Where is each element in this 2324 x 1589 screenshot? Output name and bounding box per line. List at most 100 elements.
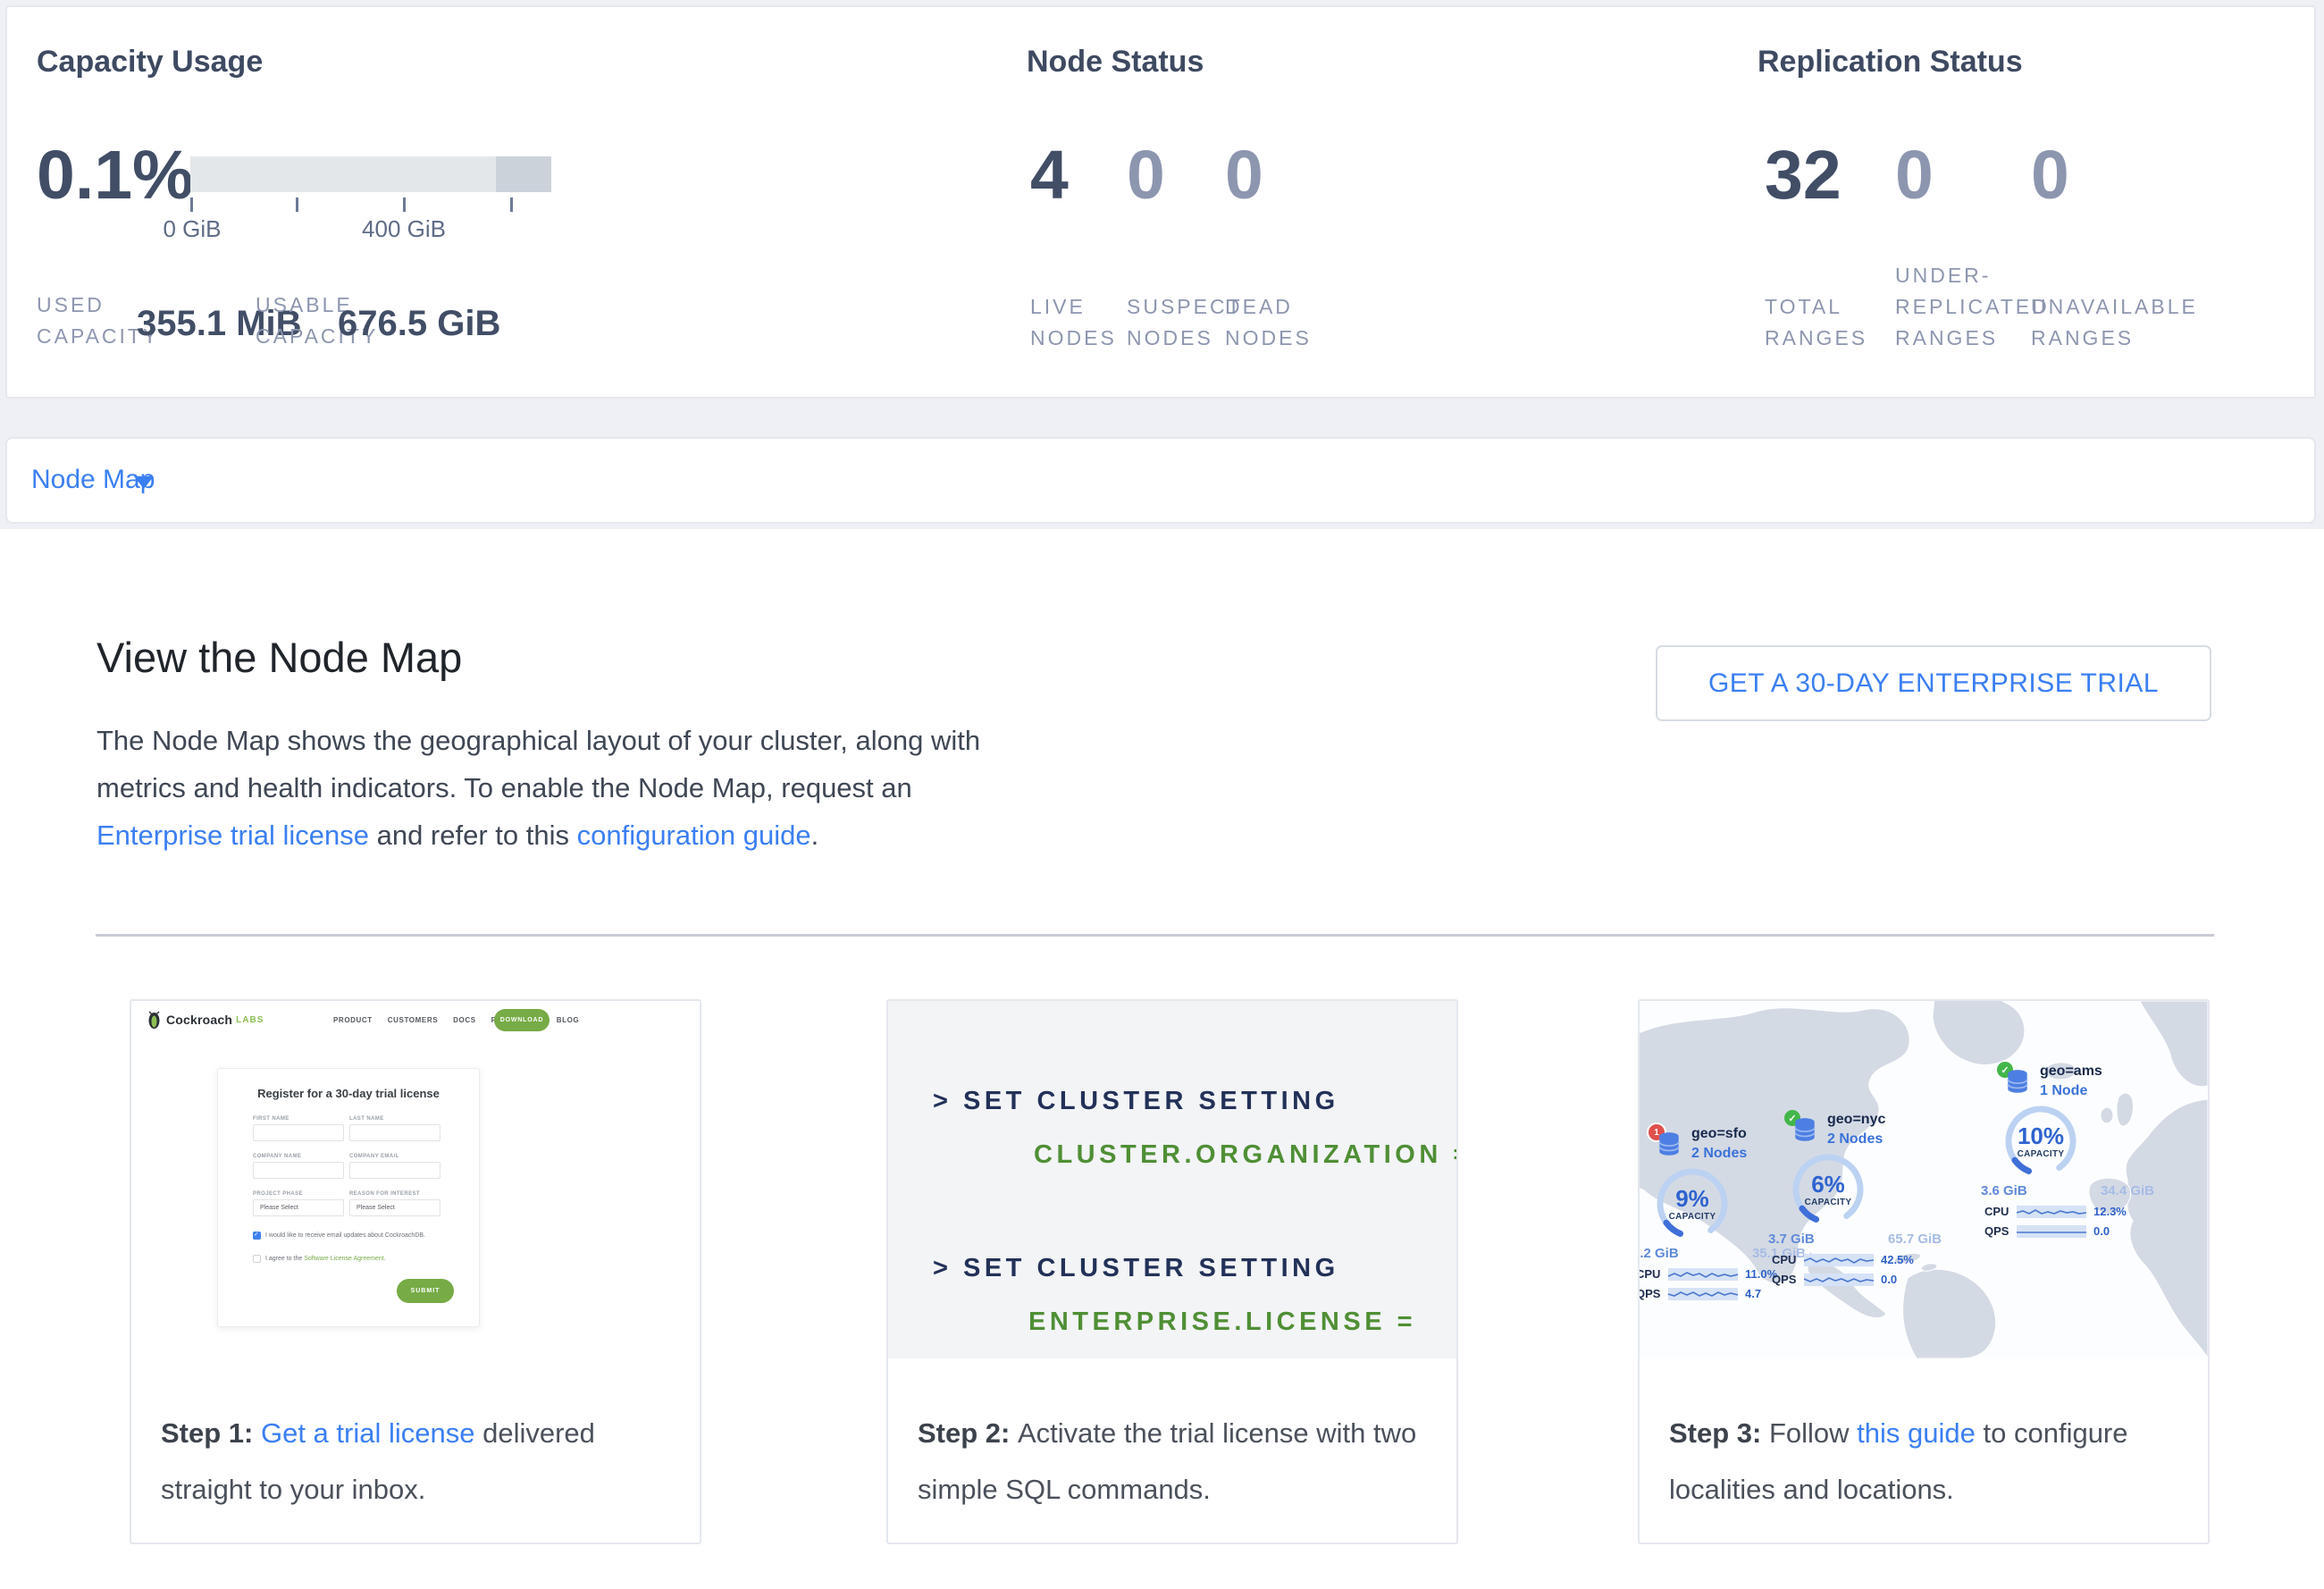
label-line: NODES bbox=[1225, 323, 1312, 354]
nav-item: BLOG bbox=[557, 1016, 580, 1024]
gauge-capacity-label: CAPACITY bbox=[1790, 1198, 1867, 1207]
capacity-usage-panel: Capacity Usage 0.1% 0 GiB 400 GiB USED C… bbox=[37, 7, 734, 397]
label-line: NODES bbox=[1030, 323, 1117, 354]
get-trial-license-link[interactable]: Get a trial license bbox=[261, 1417, 475, 1449]
capacity-total: 65.7 GiB bbox=[1888, 1232, 1942, 1247]
qps-label: QPS bbox=[1638, 1287, 1668, 1300]
qps-sparkline-icon bbox=[1804, 1274, 1874, 1286]
capacity-used: 3.7 GiB bbox=[1768, 1232, 1815, 1247]
label-line: DEAD bbox=[1225, 291, 1312, 323]
cluster-summary-card: Capacity Usage 0.1% 0 GiB 400 GiB USED C… bbox=[5, 5, 2316, 399]
capacity-total: 34.4 GiB bbox=[2101, 1183, 2154, 1198]
cpu-label: CPU bbox=[1984, 1205, 2017, 1218]
node-status-panel: Node Status 4 LIVE NODES 0 SUSPECT NODES… bbox=[1027, 7, 1706, 397]
license-agreement-link: Software License Agreement. bbox=[304, 1256, 385, 1262]
capacity-bar-usable-segment bbox=[190, 156, 496, 192]
cpu-meter: CPU 42.5% bbox=[1772, 1253, 1951, 1266]
capacity-bar bbox=[190, 156, 551, 192]
node-status-title: Node Status bbox=[1027, 45, 1204, 80]
capacity-used: 3.2 GiB bbox=[1638, 1246, 1679, 1261]
total-ranges-value: 32 bbox=[1765, 141, 1842, 210]
this-guide-link[interactable]: this guide bbox=[1857, 1417, 1976, 1449]
field-label: COMPANY NAME bbox=[253, 1154, 301, 1159]
enterprise-trial-license-link[interactable]: Enterprise trial license bbox=[96, 820, 369, 851]
axis-tick bbox=[190, 198, 193, 212]
logo-word: Cockroach bbox=[166, 1013, 232, 1027]
label-line: RANGES bbox=[2031, 323, 2198, 354]
cpu-sparkline-icon bbox=[2017, 1206, 2086, 1218]
cpu-value: 12.3% bbox=[2093, 1205, 2127, 1218]
dead-nodes-value: 0 bbox=[1225, 141, 1263, 210]
text-input bbox=[253, 1162, 344, 1179]
chevron-down-icon[interactable] bbox=[134, 476, 154, 489]
qps-value: 0.0 bbox=[2093, 1224, 2110, 1238]
page-title: View the Node Map bbox=[96, 633, 462, 683]
qps-meter: QPS 4.7 bbox=[1638, 1287, 1815, 1300]
field-label: REASON FOR INTEREST bbox=[349, 1191, 420, 1197]
axis-tick bbox=[296, 198, 298, 212]
step2-label: Step 2: bbox=[918, 1417, 1018, 1449]
cpu-sparkline-icon bbox=[1668, 1268, 1738, 1281]
field-label: LAST NAME bbox=[349, 1116, 384, 1122]
label-line: LIVE bbox=[1030, 291, 1117, 323]
axis-tick bbox=[403, 198, 406, 212]
label-line: TOTAL bbox=[1765, 291, 1867, 323]
trial-license-form: Register for a 30-day trial license FIRS… bbox=[217, 1068, 480, 1327]
qps-meter: QPS 0.0 bbox=[1984, 1224, 2163, 1238]
nav-item: DOCS bbox=[453, 1016, 476, 1024]
description-text: . bbox=[811, 820, 819, 851]
live-nodes-value: 4 bbox=[1030, 141, 1069, 210]
database-icon bbox=[1657, 1131, 1681, 1158]
label-line: UNDER- bbox=[1895, 260, 2050, 291]
sql-code-block: > SET CLUSTER SETTING CLUSTER.ORGANIZATI… bbox=[888, 1001, 1456, 1358]
logo-labs: LABS bbox=[236, 1015, 264, 1025]
nav-item: PRODUCT bbox=[333, 1016, 373, 1024]
registration-site-screenshot: Cockroach LABS PRODUCT CUSTOMERS DOCS RE… bbox=[131, 1001, 700, 1390]
qps-label: QPS bbox=[1772, 1273, 1804, 1286]
node-map-preview: 1 geo=sfo 2 Nodes 9% CAPACITY 3.2 GiB 35… bbox=[1640, 1001, 2208, 1358]
capacity-range: 3.6 GiB 34.4 GiB bbox=[1981, 1183, 2154, 1198]
node-map-dropdown[interactable]: Node Map bbox=[5, 437, 2316, 524]
checkbox-label: I agree to the Software License Agreemen… bbox=[265, 1256, 386, 1262]
node-map-description: The Node Map shows the geographical layo… bbox=[96, 717, 981, 859]
section-divider bbox=[96, 934, 2214, 937]
text-input bbox=[253, 1124, 344, 1141]
live-nodes-label: LIVE NODES bbox=[1030, 257, 1117, 354]
qps-value: 0.0 bbox=[1881, 1273, 1897, 1286]
cpu-label: CPU bbox=[1772, 1253, 1804, 1266]
under-replicated-ranges-label: UNDER- REPLICATED RANGES bbox=[1895, 257, 2050, 354]
cockroach-labs-logo: Cockroach LABS bbox=[147, 1010, 264, 1030]
enterprise-trial-button[interactable]: GET A 30-DAY ENTERPRISE TRIAL bbox=[1656, 645, 2211, 721]
gauge-percent: 6% bbox=[1790, 1171, 1867, 1198]
locality-ams: ✓ geo=ams 1 Node 10% CAPACITY 3.6 GiB 34… bbox=[1997, 1062, 2176, 1240]
nav-item: CUSTOMERS bbox=[388, 1016, 438, 1024]
step1-card: Cockroach LABS PRODUCT CUSTOMERS DOCS RE… bbox=[130, 999, 701, 1544]
field-label: PROJECT PHASE bbox=[253, 1191, 303, 1197]
license-agreement-checkbox-row: I agree to the Software License Agreemen… bbox=[253, 1255, 386, 1263]
capacity-range: 3.7 GiB 65.7 GiB bbox=[1768, 1232, 1942, 1247]
qps-value: 4.7 bbox=[1745, 1287, 1761, 1300]
checkbox-checked-icon bbox=[253, 1232, 261, 1240]
email-updates-checkbox-row: I would like to receive email updates ab… bbox=[253, 1232, 425, 1240]
step2-card: > SET CLUSTER SETTING CLUSTER.ORGANIZATI… bbox=[886, 999, 1458, 1544]
axis-tick-label: 400 GiB bbox=[362, 215, 446, 243]
suspect-nodes-value: 0 bbox=[1127, 141, 1165, 210]
qps-sparkline-icon bbox=[2017, 1225, 2086, 1238]
capacity-usage-title: Capacity Usage bbox=[37, 45, 263, 80]
label-line: RANGES bbox=[1765, 323, 1867, 354]
download-button: DOWNLOAD bbox=[494, 1009, 550, 1031]
configuration-guide-link[interactable]: configuration guide bbox=[577, 820, 811, 851]
locality-nyc: ✓ geo=nyc 2 Nodes 6% CAPACITY 3.7 GiB 65… bbox=[1784, 1110, 1963, 1289]
description-text: The Node Map shows the geographical layo… bbox=[96, 725, 980, 803]
capacity-percent: 0.1% bbox=[37, 141, 194, 210]
cockroach-bug-icon bbox=[147, 1010, 161, 1030]
cpu-value: 42.5% bbox=[1881, 1253, 1914, 1266]
sql-setting: ENTERPRISE.LICENSE = bbox=[1028, 1307, 1416, 1337]
text-input bbox=[349, 1124, 440, 1141]
checkbox-label: I would like to receive email updates ab… bbox=[265, 1232, 425, 1239]
database-icon bbox=[2006, 1069, 2029, 1096]
replication-status-panel: Replication Status 32 TOTAL RANGES 0 UND… bbox=[1758, 7, 2311, 397]
capacity-gauge: 10% CAPACITY bbox=[2002, 1103, 2079, 1180]
used-capacity-label-line1: USED bbox=[37, 293, 105, 316]
cpu-meter: CPU 12.3% bbox=[1984, 1205, 2163, 1218]
